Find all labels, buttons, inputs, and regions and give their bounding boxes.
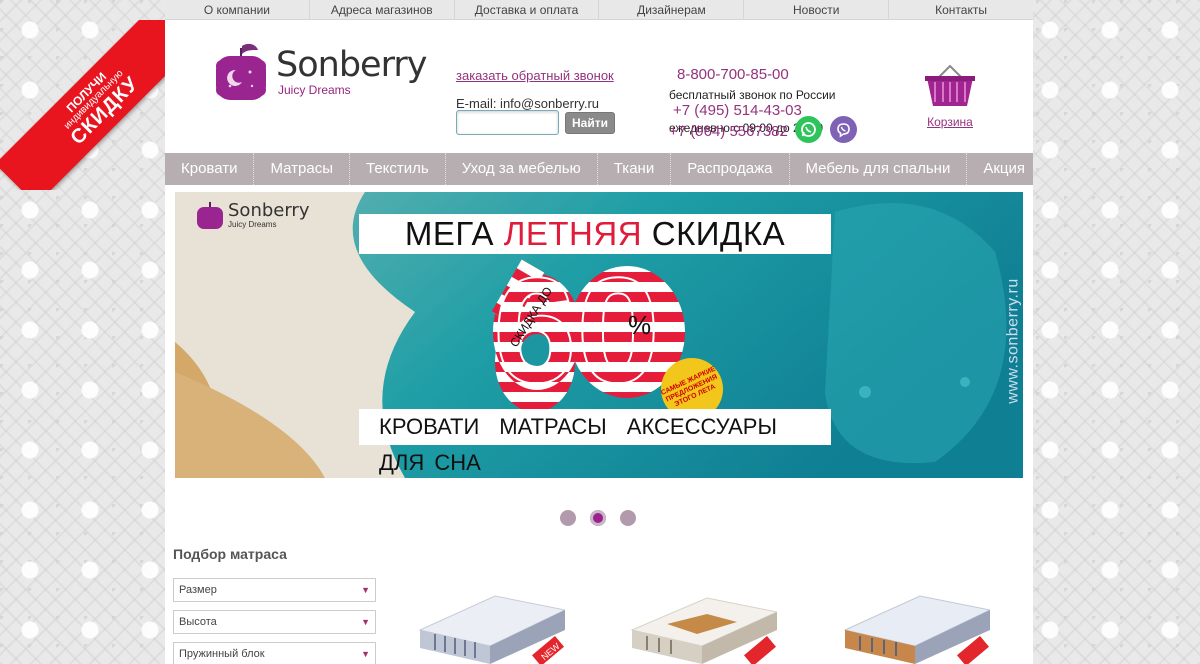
nav-textile[interactable]: Текстиль	[350, 153, 446, 185]
nav-bedroom-furniture[interactable]: Мебель для спальни	[790, 153, 968, 185]
banner-categories: КРОВАТИ МАТРАСЫ АКСЕССУАРЫ ДЛЯ СНА	[359, 409, 831, 475]
mattress-image	[843, 595, 992, 664]
banner-cat-beds: КРОВАТИ	[379, 414, 480, 439]
size-select-label: Размер	[179, 584, 217, 596]
headline-part-a: МЕГА	[404, 215, 504, 252]
banner-percent: %	[628, 310, 652, 340]
nav-promo[interactable]: Акция	[967, 153, 1041, 185]
size-select[interactable]: Размер ▼	[173, 578, 376, 602]
callback-link[interactable]: заказать обратный звонок	[456, 68, 614, 83]
basket-icon	[925, 64, 975, 106]
slider-dot-3[interactable]	[620, 510, 636, 526]
spring-block-select-label: Пружинный блок	[179, 648, 265, 660]
top-nav: О компании Адреса магазинов Доставка и о…	[165, 0, 1033, 20]
chevron-down-icon: ▼	[361, 649, 370, 659]
topnav-delivery[interactable]: Доставка и оплата	[455, 0, 600, 19]
chevron-down-icon: ▼	[361, 617, 370, 627]
logo-tagline: Juicy Dreams	[278, 82, 351, 97]
phone-free[interactable]: 8-800-700-85-00	[677, 66, 835, 83]
berry-logo-icon	[216, 43, 266, 100]
slider-dots	[560, 510, 636, 526]
chevron-down-icon: ▼	[361, 585, 370, 595]
banner-url: www.sonberry.ru	[1004, 278, 1022, 404]
viber-icon[interactable]	[830, 116, 857, 143]
topnav-contacts[interactable]: Контакты	[889, 0, 1033, 19]
search-button[interactable]: Найти	[565, 111, 615, 134]
promo-line2: индивидуальную	[62, 68, 126, 132]
whatsapp-icon[interactable]	[795, 116, 822, 143]
topnav-designers[interactable]: Дизайнерам	[599, 0, 745, 19]
slider-dot-2[interactable]	[590, 510, 606, 526]
banner-cat-mattresses: МАТРАСЫ	[499, 414, 607, 439]
cart-label: Корзина	[927, 115, 973, 129]
height-select[interactable]: Высота ▼	[173, 610, 376, 634]
banner-logo-name: Sonberry	[228, 199, 310, 221]
search-form: Найти	[456, 110, 615, 135]
banner-headline: МЕГА ЛЕТНЯЯ СКИДКА	[359, 214, 831, 254]
phone-free-note: бесплатный звонок по России	[669, 88, 836, 102]
email-text: E-mail: info@sonberry.ru	[456, 96, 599, 111]
filter-title: Подбор матраса	[173, 546, 287, 562]
slider-dot-1[interactable]	[560, 510, 576, 526]
topnav-about[interactable]: О компании	[165, 0, 310, 19]
product-card[interactable]	[627, 590, 779, 664]
headline-part-b: ЛЕТНЯЯ	[503, 215, 643, 252]
search-input[interactable]	[456, 110, 559, 135]
nav-sale[interactable]: Распродажа	[671, 153, 790, 185]
product-card[interactable]: NEW	[415, 590, 567, 664]
cart-link[interactable]: Корзина	[925, 62, 975, 129]
promo-ribbon[interactable]: ПОЛУЧИ индивидуальную СКИДКУ	[0, 20, 170, 190]
mattress-image: NEW	[418, 595, 567, 664]
phone-mobile[interactable]: +7 (964) 5567382	[669, 123, 788, 140]
nav-furniture-care[interactable]: Уход за мебелью	[446, 153, 598, 185]
banner-berry-icon	[197, 202, 223, 229]
mattress-image	[630, 597, 779, 664]
promo-band[interactable]: ПОЛУЧИ индивидуальную СКИДКУ	[0, 20, 170, 190]
page-container: О компании Адреса магазинов Доставка и о…	[165, 0, 1033, 664]
headline-part-c: СКИДКА	[642, 215, 786, 252]
nav-mattresses[interactable]: Матрасы	[254, 153, 350, 185]
height-select-label: Высота	[179, 616, 217, 628]
logo-name: Sonberry	[276, 44, 427, 85]
topnav-stores[interactable]: Адреса магазинов	[310, 0, 455, 19]
product-card[interactable]	[840, 590, 992, 664]
topnav-news[interactable]: Новости	[744, 0, 890, 19]
nav-fabrics[interactable]: Ткани	[598, 153, 672, 185]
banner-logo-tag: Juicy Dreams	[228, 219, 277, 229]
spring-block-select[interactable]: Пружинный блок ▼	[173, 642, 376, 664]
banner-logo: Sonberry Juicy Dreams	[195, 200, 309, 230]
main-nav: Кровати Матрасы Текстиль Уход за мебелью…	[165, 153, 1033, 185]
nav-beds[interactable]: Кровати	[165, 153, 255, 185]
logo[interactable]: Sonberry Juicy Dreams	[212, 42, 427, 102]
hero-banner[interactable]: 60 Sonberry Juicy Dreams МЕГА ЛЕТНЯЯ СКИ…	[175, 192, 1023, 478]
